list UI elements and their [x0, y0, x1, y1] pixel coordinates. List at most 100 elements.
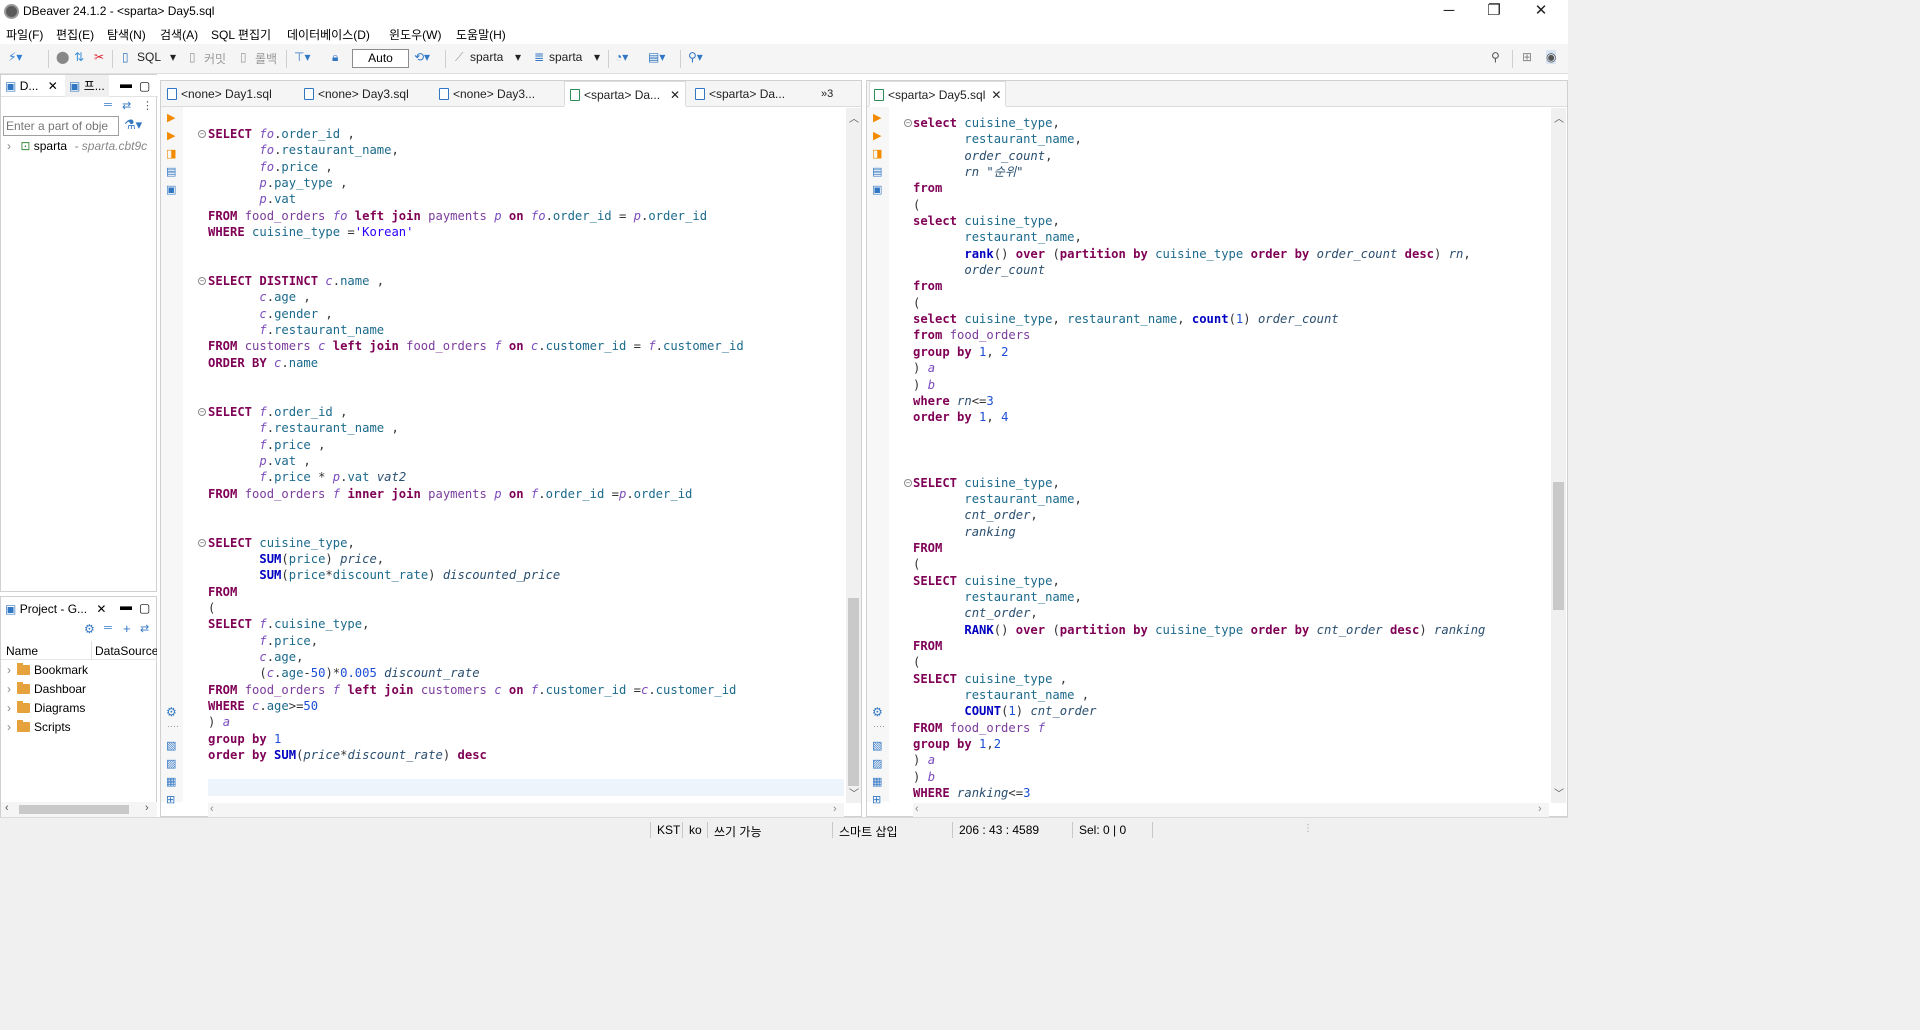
explain-icon[interactable]: ◨: [166, 147, 176, 160]
code-line[interactable]: ) a: [913, 752, 1485, 768]
code-line[interactable]: ) b: [913, 769, 1485, 785]
code-line[interactable]: FROM food_orders f inner join payments p…: [208, 486, 744, 502]
code-line[interactable]: RANK() over (partition by cuisine_type o…: [913, 622, 1485, 638]
link-editor-icon[interactable]: ⇄: [140, 622, 149, 635]
settings-icon[interactable]: ⚙: [84, 622, 95, 636]
project-item-dashboards[interactable]: › Dashboar: [7, 682, 91, 696]
column-name-header[interactable]: Name: [6, 644, 38, 658]
code-line[interactable]: f.price * p.vat vat2: [208, 469, 744, 485]
menu-sql-editor[interactable]: SQL 편집기: [211, 26, 271, 43]
import-icon[interactable]: ▨: [166, 757, 176, 770]
code-line[interactable]: cnt_order,: [913, 507, 1485, 523]
code-line[interactable]: FROM customers c left join food_orders f…: [208, 338, 744, 354]
global-search-icon[interactable]: ⚲: [1491, 50, 1500, 64]
minimize-panel-icon[interactable]: ▬: [120, 595, 132, 617]
minimize-panel-icon[interactable]: ▬: [120, 73, 132, 95]
code-line[interactable]: ORDER BY c.name: [208, 355, 744, 371]
tab-sparta-day5-sql[interactable]: <sparta> Day5.sql ✕: [869, 81, 1007, 107]
code-line[interactable]: SELECT DISTINCT c.name ,: [208, 273, 744, 289]
project-item-diagrams[interactable]: › Diagrams: [7, 701, 91, 715]
close-window-button[interactable]: ✕: [1531, 2, 1551, 20]
new-connection-icon[interactable]: ⚡▾: [8, 50, 22, 64]
code-line[interactable]: [913, 442, 1485, 458]
sql-button[interactable]: SQL: [137, 50, 161, 64]
fold-toggle-icon[interactable]: −: [904, 478, 912, 487]
code-line[interactable]: select cuisine_type,: [913, 115, 1485, 131]
code-line[interactable]: ranking: [913, 524, 1485, 540]
script-icon[interactable]: ▤: [166, 165, 176, 178]
code-line[interactable]: [913, 458, 1485, 474]
code-line[interactable]: f.price,: [208, 633, 744, 649]
fold-toggle-icon[interactable]: −: [904, 119, 912, 127]
code-line[interactable]: f.restaurant_name ,: [208, 420, 744, 436]
code-line[interactable]: (c.age-50)*0.005 discount_rate: [208, 665, 744, 681]
code-line[interactable]: [208, 371, 744, 387]
maximize-panel-icon[interactable]: ▢: [139, 597, 150, 619]
code-right[interactable]: select cuisine_type, − restaurant_name, o…: [904, 115, 1485, 801]
code-line[interactable]: (: [208, 600, 744, 616]
code-line[interactable]: p.pay_type ,: [208, 175, 744, 191]
code-line[interactable]: fo.restaurant_name,: [208, 142, 744, 158]
scroll-thumb[interactable]: [848, 598, 859, 786]
code-line[interactable]: FROM: [208, 584, 744, 600]
minimize-button[interactable]: ─: [1439, 2, 1459, 20]
code-line[interactable]: FROM food_orders f: [913, 720, 1485, 736]
menu-file[interactable]: 파일(F): [6, 26, 43, 43]
menu-database[interactable]: 데이터베이스(D): [287, 26, 370, 43]
code-line[interactable]: SELECT fo.order_id ,: [208, 126, 744, 142]
project-item-bookmarks[interactable]: › Bookmark: [7, 663, 91, 677]
editor-left-horizontal-scrollbar[interactable]: ‹ ›: [208, 803, 844, 818]
code-line[interactable]: p.vat: [208, 191, 744, 207]
code-line[interactable]: rn "순위": [913, 164, 1485, 180]
schema-selector[interactable]: sparta: [549, 50, 582, 64]
console-icon[interactable]: ▣: [166, 183, 176, 196]
search-icon[interactable]: ⚲▾: [688, 50, 703, 64]
menu-search[interactable]: 검색(A): [160, 26, 198, 43]
settings-icon[interactable]: ⚙: [872, 705, 883, 719]
code-line[interactable]: FROM: [913, 540, 1485, 556]
code-line[interactable]: [208, 240, 744, 256]
menu-navigate[interactable]: 탐색(N): [107, 26, 146, 43]
code-line[interactable]: select cuisine_type, restaurant_name, co…: [913, 311, 1485, 327]
history-icon[interactable]: ⟲▾: [414, 50, 430, 64]
code-line[interactable]: WHERE ranking<=3: [913, 785, 1485, 801]
code-line[interactable]: SELECT cuisine_type,: [913, 475, 1485, 491]
tab-database-navigator[interactable]: ▣ D... ✕: [5, 75, 58, 97]
commit-button[interactable]: 커밋: [204, 50, 226, 67]
code-line[interactable]: SELECT cuisine_type ,: [913, 671, 1485, 687]
format-icon[interactable]: ▦: [872, 775, 882, 788]
code-line[interactable]: restaurant_name,: [913, 589, 1485, 605]
code-line[interactable]: SELECT cuisine_type,: [913, 573, 1485, 589]
link-editor-icon[interactable]: ⇄: [122, 99, 131, 112]
tree-item-sparta[interactable]: › ⊡ sparta - sparta.cbt9c: [7, 139, 147, 153]
dashboard-icon[interactable]: ◔▾: [615, 50, 628, 64]
filter-icon[interactable]: ⚗▾: [124, 117, 142, 133]
code-line[interactable]: c.gender ,: [208, 306, 744, 322]
code-line[interactable]: fo.price ,: [208, 159, 744, 175]
run-icon[interactable]: ▶: [873, 111, 881, 124]
code-line[interactable]: [208, 518, 744, 534]
view-menu-icon[interactable]: ⋮: [142, 99, 153, 112]
collapse-all-icon[interactable]: ═: [104, 99, 112, 111]
fold-toggle-icon[interactable]: −: [198, 538, 206, 547]
code-line[interactable]: SELECT cuisine_type,: [208, 535, 744, 551]
connect-icon[interactable]: ⬤: [56, 50, 69, 64]
code-left[interactable]: SELECT fo.order_id , − fo.restaurant_name…: [198, 126, 744, 763]
code-line[interactable]: restaurant_name,: [913, 229, 1485, 245]
close-tab-icon[interactable]: ✕: [670, 88, 680, 102]
code-line[interactable]: SUM(price) price,: [208, 551, 744, 567]
datasource-chevron-down-icon[interactable]: ▾: [515, 50, 521, 64]
format-icon[interactable]: ▦: [166, 775, 176, 788]
menu-help[interactable]: 도움말(H): [456, 26, 506, 43]
run-icon[interactable]: ▶: [167, 111, 175, 124]
code-line[interactable]: SELECT f.order_id ,: [208, 404, 744, 420]
code-line[interactable]: order by 1, 4: [913, 409, 1485, 425]
fold-toggle-icon[interactable]: −: [198, 277, 206, 286]
code-line[interactable]: COUNT(1) cnt_order: [913, 703, 1485, 719]
code-line[interactable]: select cuisine_type,: [913, 213, 1485, 229]
perspective-icon[interactable]: ⊞: [1522, 50, 1532, 64]
run-script-icon[interactable]: ▶: [873, 129, 881, 142]
dbeaver-perspective-icon[interactable]: ◉: [1546, 50, 1557, 64]
editor-right-horizontal-scrollbar[interactable]: ‹ ›: [913, 803, 1549, 818]
tab-project[interactable]: ▣ Project - G... ✕: [5, 598, 106, 620]
